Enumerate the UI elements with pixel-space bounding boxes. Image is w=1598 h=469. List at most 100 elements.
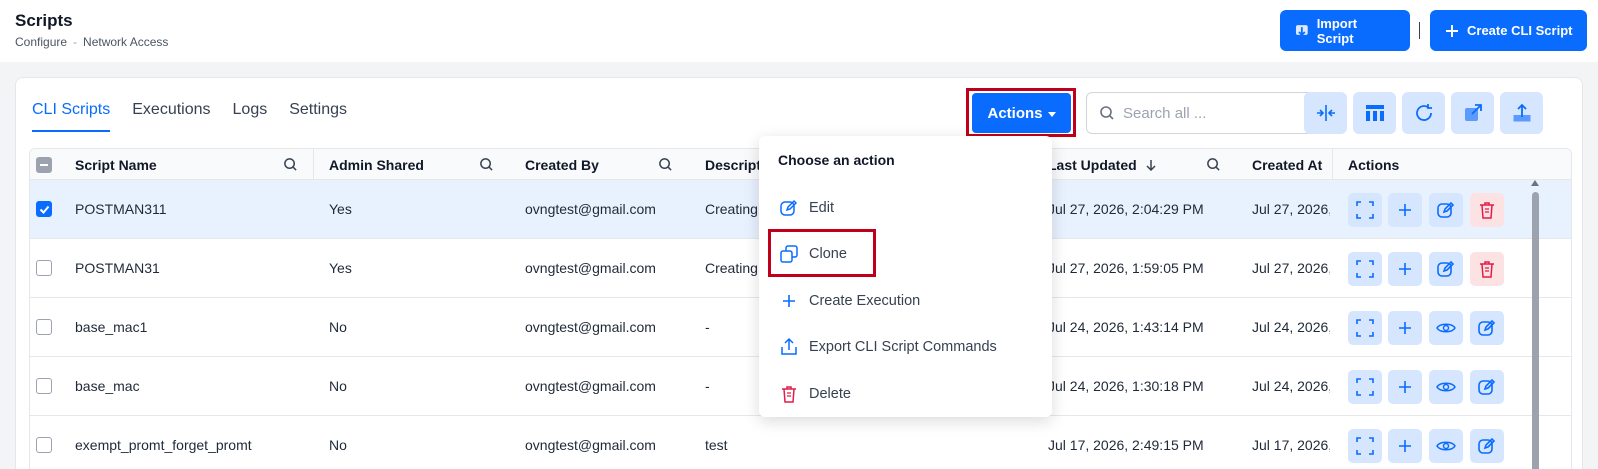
column-admin-shared[interactable]: Admin Shared — [329, 149, 424, 180]
column-description[interactable]: Descripti — [705, 149, 765, 180]
tab-cli-scripts[interactable]: CLI Scripts — [32, 101, 111, 132]
breadcrumb-separator: - — [73, 35, 78, 49]
row-delete-button[interactable] — [1470, 193, 1504, 227]
cell-description: test — [705, 437, 728, 453]
column-actions: Actions — [1348, 156, 1400, 173]
row-edit-button[interactable] — [1470, 429, 1504, 463]
cell-last-updated: Jul 27, 2026, 2:04:29 PM — [1048, 201, 1204, 217]
row-checkbox[interactable] — [36, 378, 52, 394]
search-icon[interactable] — [658, 157, 673, 172]
import-script-label: Import Script — [1316, 15, 1358, 46]
column-last-updated[interactable]: Last Updated — [1048, 149, 1157, 180]
plus-icon — [1399, 204, 1411, 216]
breadcrumb-network-access[interactable]: Network Access — [83, 35, 168, 49]
expand-icon — [1356, 437, 1374, 455]
row-checkbox[interactable] — [36, 437, 52, 453]
row-edit-button[interactable] — [1470, 370, 1504, 404]
expand-icon — [1356, 201, 1374, 219]
import-script-button[interactable]: Import Script — [1280, 10, 1410, 51]
row-add-button[interactable] — [1388, 252, 1422, 286]
row-add-button[interactable] — [1388, 370, 1422, 404]
external-link-button[interactable] — [1451, 92, 1494, 134]
edit-icon — [1478, 437, 1496, 454]
actions-dropdown-button[interactable]: Actions — [972, 93, 1071, 133]
menu-item-delete-label: Delete — [809, 386, 851, 402]
plus-icon — [1399, 322, 1411, 334]
trash-icon — [1480, 202, 1494, 219]
clone-highlight-box — [768, 229, 876, 277]
cell-script-name[interactable]: base_mac1 — [75, 298, 295, 356]
column-script-name[interactable]: Script Name — [75, 149, 157, 180]
tab-executions[interactable]: Executions — [132, 101, 210, 132]
columns-icon — [1365, 105, 1384, 121]
compress-columns-button[interactable] — [1304, 92, 1347, 134]
table-scrollbar[interactable] — [1530, 180, 1540, 469]
compress-columns-icon — [1316, 105, 1335, 121]
upload-button[interactable] — [1500, 92, 1543, 134]
table-row[interactable]: exempt_promt_forget_promt No ovngtest@gmai… — [30, 416, 1571, 469]
edit-icon — [780, 199, 798, 216]
row-expand-button[interactable] — [1348, 370, 1382, 404]
row-add-button[interactable] — [1388, 193, 1422, 227]
eye-icon — [1436, 382, 1456, 392]
cell-last-updated: Jul 24, 2026, 1:43:14 PM — [1048, 319, 1204, 335]
scroll-thumb[interactable] — [1532, 192, 1539, 469]
row-delete-button[interactable] — [1470, 252, 1504, 286]
cell-script-name[interactable]: exempt_promt_forget_promt — [75, 416, 295, 469]
scroll-up-icon[interactable] — [1531, 180, 1539, 186]
row-checkbox[interactable] — [36, 319, 52, 335]
row-edit-button[interactable] — [1429, 193, 1463, 227]
menu-item-edit[interactable]: Edit — [779, 193, 834, 223]
expand-icon — [1356, 319, 1374, 337]
row-expand-button[interactable] — [1348, 193, 1382, 227]
menu-item-create-execution[interactable]: Create Execution — [779, 286, 920, 316]
trash-icon — [1480, 261, 1494, 278]
external-link-icon — [1464, 104, 1482, 121]
row-view-button[interactable] — [1429, 370, 1463, 404]
tab-logs[interactable]: Logs — [233, 101, 268, 132]
edit-icon — [1478, 378, 1496, 395]
columns-button[interactable] — [1353, 92, 1396, 134]
eye-icon — [1436, 323, 1456, 333]
cell-admin-shared: No — [329, 437, 347, 453]
column-created-at[interactable]: Created At — [1252, 149, 1322, 180]
select-all-cell — [36, 149, 52, 180]
row-edit-button[interactable] — [1470, 311, 1504, 345]
cell-script-name[interactable]: POSTMAN31 — [75, 239, 295, 297]
menu-item-delete[interactable]: Delete — [779, 379, 851, 409]
cell-admin-shared: No — [329, 319, 347, 335]
row-expand-button[interactable] — [1348, 252, 1382, 286]
cell-script-name[interactable]: base_mac — [75, 357, 295, 415]
row-checkbox[interactable] — [36, 260, 52, 276]
plus-icon — [1399, 263, 1411, 275]
search-icon[interactable] — [479, 157, 494, 172]
row-checkbox[interactable] — [36, 201, 52, 217]
row-view-button[interactable] — [1429, 311, 1463, 345]
search-input[interactable] — [1123, 104, 1313, 122]
page-title: Scripts — [15, 11, 73, 30]
row-add-button[interactable] — [1388, 429, 1422, 463]
cell-description: - — [705, 319, 710, 335]
breadcrumb-configure[interactable]: Configure — [15, 35, 67, 49]
row-add-button[interactable] — [1388, 311, 1422, 345]
create-cli-script-button[interactable]: Create CLI Script — [1430, 10, 1587, 51]
cell-description: - — [705, 378, 710, 394]
cell-script-name[interactable]: POSTMAN311 — [75, 180, 295, 238]
search-icon[interactable] — [283, 157, 298, 172]
menu-item-export[interactable]: Export CLI Script Commands — [779, 332, 997, 362]
edit-icon — [1478, 319, 1496, 336]
row-expand-button[interactable] — [1348, 429, 1382, 463]
select-all-checkbox[interactable] — [36, 156, 52, 173]
row-view-button[interactable] — [1429, 429, 1463, 463]
row-edit-button[interactable] — [1429, 252, 1463, 286]
refresh-button[interactable] — [1402, 92, 1445, 134]
cell-created-by: ovngtest@gmail.com — [525, 378, 656, 394]
edit-icon — [1437, 260, 1455, 277]
row-expand-button[interactable] — [1348, 311, 1382, 345]
sort-descending-icon[interactable] — [1145, 159, 1157, 171]
tab-settings[interactable]: Settings — [289, 101, 347, 132]
column-created-by[interactable]: Created By — [525, 149, 599, 180]
trash-icon — [782, 386, 796, 403]
search-icon[interactable] — [1206, 157, 1221, 172]
cell-admin-shared: Yes — [329, 201, 352, 217]
